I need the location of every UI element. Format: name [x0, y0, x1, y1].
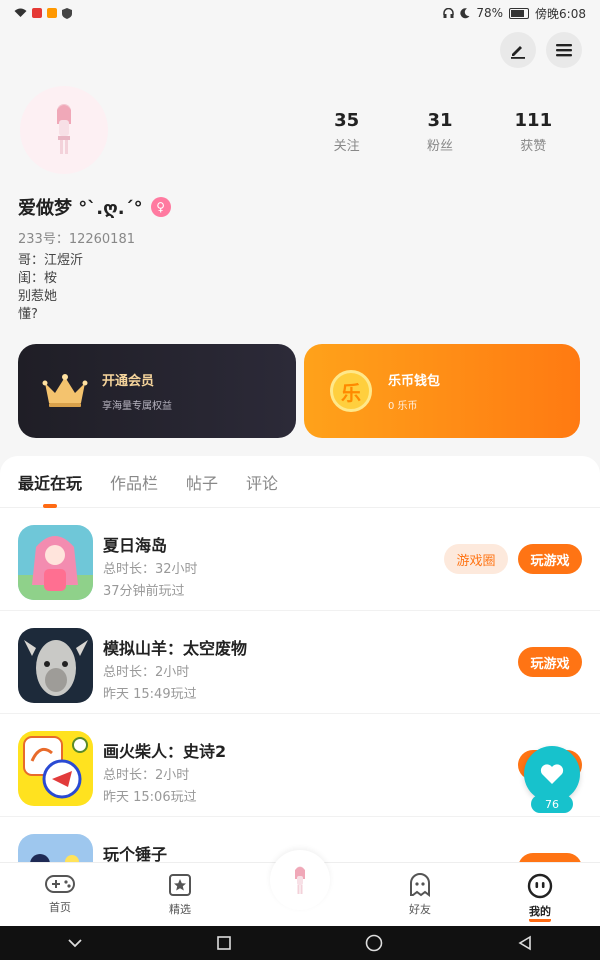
menu-button[interactable] [546, 32, 582, 68]
stat-followers[interactable]: 31 粉丝 [400, 110, 480, 154]
avatar-icon [295, 866, 305, 894]
vip-card[interactable]: 开通会员 享海量专属权益 [18, 344, 296, 438]
game-duration: 总时长：2小时 [103, 768, 190, 783]
game-title: 画火柴人：史诗2 [103, 742, 227, 761]
gamepad-icon [45, 875, 75, 893]
edit-profile-button[interactable] [500, 32, 536, 68]
top-actions [500, 32, 582, 68]
content-panel: 最近在玩 作品栏 帖子 评论 夏日海岛 总时长：32小时 37分钟前玩过 游戏圈… [0, 456, 600, 866]
nav-friends[interactable]: 好友 [360, 863, 480, 926]
nickname: 爱做梦 °ˋ.ღ.ˊ° [18, 198, 143, 219]
stat-likes[interactable]: 111 获赞 [493, 110, 573, 154]
crown-icon [42, 368, 88, 414]
list-item[interactable]: 夏日海岛 总时长：32小时 37分钟前玩过 游戏圈 玩游戏 [0, 508, 600, 611]
home-circle-icon[interactable] [365, 934, 383, 952]
vip-card-subtitle: 享海量专属权益 [102, 401, 172, 412]
game-last-played: 37分钟前玩过 [103, 584, 185, 599]
stat-number: 31 [427, 110, 453, 131]
status-bar: 78% 傍晚6:08 [0, 0, 600, 26]
nav-home[interactable]: 首页 [0, 863, 120, 926]
profile-stats: 35 关注 31 粉丝 111 获赞 [300, 110, 580, 154]
play-game-button[interactable]: 玩游戏 [518, 647, 582, 677]
bio-line: 闺：桉 [18, 271, 58, 286]
game-circle-button[interactable]: 游戏圈 [444, 544, 508, 574]
bio-line: 哥：江煜沂 [18, 253, 84, 268]
bio-line: 懂? [18, 307, 38, 322]
wallet-card[interactable]: 乐 乐币钱包 0 乐币 [304, 344, 580, 438]
game-last-played: 昨天 15:49玩过 [103, 687, 197, 702]
wallet-card-subtitle: 0 乐币 [388, 401, 418, 412]
wifi-icon [14, 8, 27, 17]
stat-label: 关注 [333, 139, 360, 154]
nav-label: 精选 [169, 903, 191, 916]
heart-icon [540, 764, 564, 784]
profile-tabs: 最近在玩 作品栏 帖子 评论 [0, 456, 600, 508]
wallet-card-text: 乐币钱包 0 乐币 [388, 370, 440, 412]
tab-recent[interactable]: 最近在玩 [18, 470, 82, 508]
nav-featured[interactable]: 精选 [120, 863, 240, 926]
avatar[interactable] [20, 86, 108, 174]
game-title: 模拟山羊：太空废物 [103, 639, 248, 658]
chevron-down-icon[interactable] [67, 938, 83, 948]
tab-posts[interactable]: 帖子 [186, 470, 218, 494]
bio-line: 别惹她 [18, 289, 58, 304]
game-icon [18, 731, 93, 806]
female-icon: ♀ [150, 197, 171, 217]
status-icons-left [14, 7, 72, 19]
moon-icon [460, 7, 470, 18]
play-game-button[interactable]: 玩游戏 [518, 544, 582, 574]
wallet-card-title: 乐币钱包 [388, 374, 441, 389]
tab-comments[interactable]: 评论 [246, 470, 278, 494]
coin-icon: 乐 [328, 368, 374, 414]
battery-percent: 78% [476, 6, 504, 20]
status-icons-right: 78% 傍晚6:08 [443, 5, 586, 22]
system-nav-bar [0, 926, 600, 960]
tab-works[interactable]: 作品栏 [110, 470, 158, 494]
user-id: 233号：12260181 [18, 232, 135, 247]
notification-icon [32, 8, 42, 18]
nav-label: 我的 [529, 903, 551, 922]
nav-mine[interactable]: 我的 [480, 863, 600, 926]
pencil-icon [511, 46, 525, 59]
hamburger-icon [556, 44, 572, 57]
battery-icon [509, 7, 530, 19]
stat-label: 粉丝 [426, 139, 453, 154]
nav-label: 首页 [49, 901, 71, 914]
list-item[interactable]: 画火柴人：史诗2 总时长：2小时 昨天 15:06玩过 玩游戏 [0, 714, 600, 817]
game-icon [18, 628, 93, 703]
stat-label: 获赞 [520, 139, 547, 154]
shield-icon [62, 7, 72, 19]
recents-square-icon[interactable] [217, 936, 231, 950]
app-notification-icon [47, 8, 57, 18]
clock: 傍晚6:08 [535, 6, 586, 21]
face-icon [527, 873, 553, 899]
stat-number: 111 [514, 110, 553, 131]
nav-center-avatar[interactable] [270, 850, 330, 910]
game-icon [18, 525, 93, 600]
like-count-badge: 76 [531, 795, 573, 813]
vip-card-title: 开通会员 [102, 374, 155, 389]
nav-label: 好友 [409, 903, 431, 916]
game-duration: 总时长：32小时 [103, 562, 198, 577]
back-triangle-icon[interactable] [517, 935, 533, 951]
list-item[interactable]: 模拟山羊：太空废物 总时长：2小时 昨天 15:49玩过 玩游戏 [0, 611, 600, 714]
bio: 哥：江煜沂 闺：桉 别惹她 懂? [18, 252, 83, 324]
nickname-row: 爱做梦 °ˋ.ღ.ˊ° ♀ [18, 194, 171, 220]
game-last-played: 昨天 15:06玩过 [103, 790, 197, 805]
stat-number: 35 [334, 110, 360, 131]
game-duration: 总时长：2小时 [103, 665, 190, 680]
game-title: 夏日海岛 [103, 536, 168, 555]
avatar-figure-icon [57, 104, 71, 154]
headset-icon [443, 7, 455, 18]
coin-glyph: 乐 [330, 370, 372, 412]
star-box-icon [169, 874, 191, 896]
stat-following[interactable]: 35 关注 [307, 110, 387, 154]
vip-card-text: 开通会员 享海量专属权益 [102, 370, 172, 412]
ghost-icon [410, 873, 430, 897]
floating-like-button[interactable] [524, 746, 580, 802]
